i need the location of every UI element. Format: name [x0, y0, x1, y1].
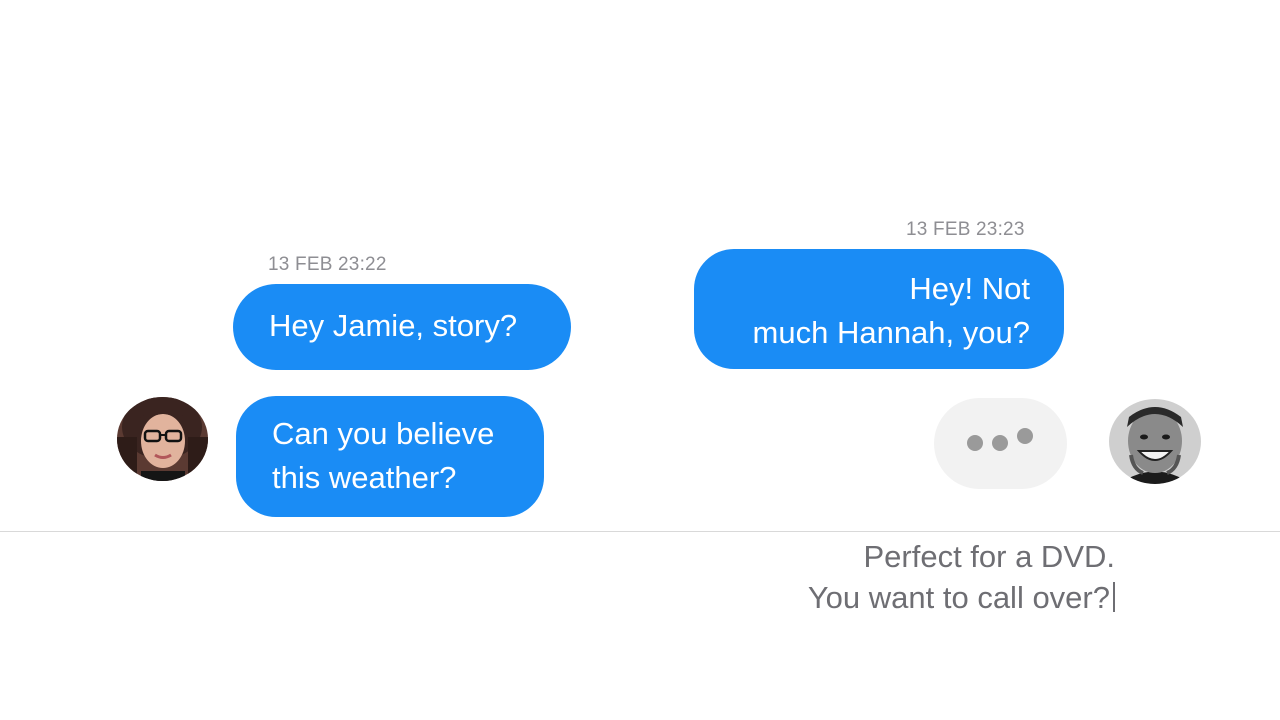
message-text-line: Hey! Not	[909, 271, 1030, 306]
message-text-line: Can you believe	[272, 416, 495, 451]
message-text-line: much Hannah, you?	[752, 315, 1030, 350]
chat-screen: 13 FEB 23:22 Hey Jamie, story? Can you b…	[0, 0, 1280, 720]
draft-text-line-with-caret: You want to call over?	[808, 577, 1115, 618]
message-input-field[interactable]: Perfect for a DVD. You want to call over…	[808, 536, 1115, 618]
draft-text: You want to call over?	[807, 580, 1110, 615]
message-text-line: this weather?	[272, 460, 457, 495]
typing-dot-icon	[992, 435, 1008, 451]
text-cursor-icon	[1113, 582, 1115, 612]
message-text: Hey Jamie, story?	[269, 308, 518, 343]
left-timestamp: 13 FEB 23:22	[268, 254, 387, 275]
message-bubble-incoming[interactable]: Hey Jamie, story?	[233, 284, 571, 370]
woman-avatar-icon[interactable]	[117, 397, 208, 481]
typing-indicator-bubble	[934, 398, 1067, 489]
message-bubble-outgoing[interactable]: Hey! Not much Hannah, you?	[694, 249, 1064, 369]
draft-text-line: Perfect for a DVD.	[863, 539, 1115, 574]
composer-divider	[0, 531, 1280, 532]
man-avatar-icon[interactable]	[1109, 399, 1201, 484]
typing-dot-icon	[967, 435, 983, 451]
right-timestamp: 13 FEB 23:23	[906, 219, 1025, 240]
message-bubble-incoming[interactable]: Can you believe this weather?	[236, 396, 544, 517]
typing-dot-icon	[1017, 428, 1033, 444]
